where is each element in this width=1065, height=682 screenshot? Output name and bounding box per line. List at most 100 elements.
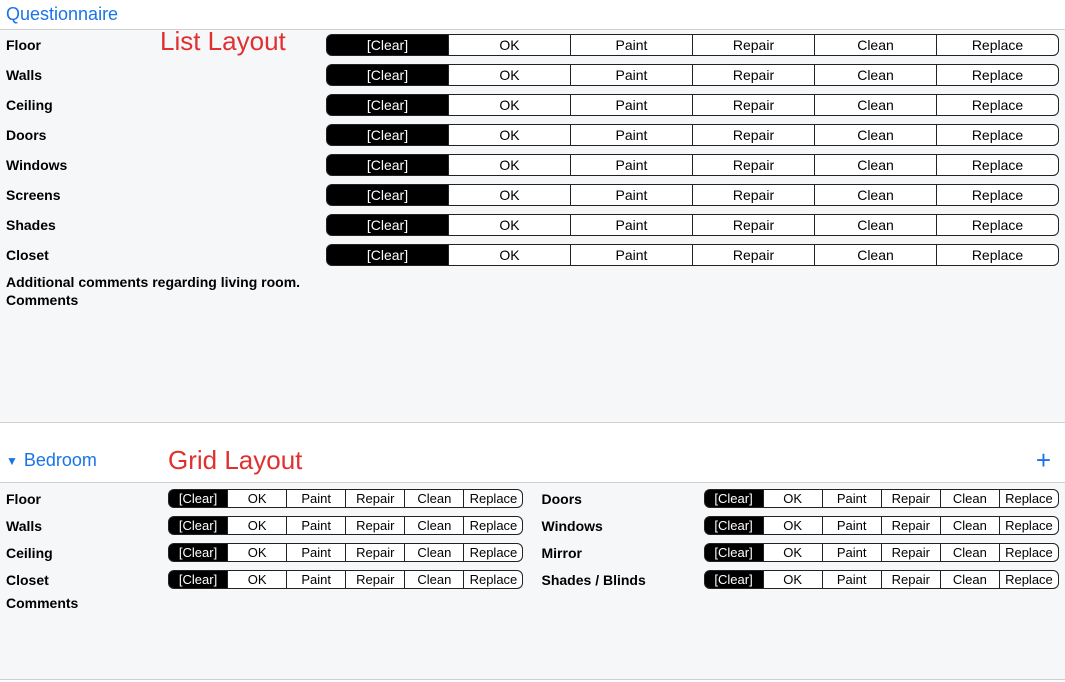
option-button[interactable]: Repair	[692, 244, 815, 266]
comments-textarea[interactable]	[0, 312, 1065, 422]
option-button[interactable]: Replace	[463, 489, 523, 508]
option-button[interactable]: [Clear]	[326, 184, 449, 206]
option-button[interactable]: Repair	[692, 154, 815, 176]
option-button[interactable]: OK	[448, 34, 571, 56]
option-button[interactable]: OK	[227, 570, 287, 589]
option-button[interactable]: Repair	[881, 489, 941, 508]
option-button[interactable]: Repair	[692, 214, 815, 236]
option-button[interactable]: OK	[448, 94, 571, 116]
option-button[interactable]: Clean	[814, 244, 937, 266]
option-button[interactable]: Paint	[822, 570, 882, 589]
option-button[interactable]: Clean	[814, 184, 937, 206]
option-button[interactable]: [Clear]	[168, 489, 228, 508]
option-button[interactable]: Replace	[463, 516, 523, 535]
option-button[interactable]: Repair	[881, 570, 941, 589]
option-button[interactable]: OK	[227, 516, 287, 535]
option-button[interactable]: Paint	[822, 489, 882, 508]
option-button[interactable]: Replace	[463, 543, 523, 562]
option-button[interactable]: [Clear]	[168, 543, 228, 562]
option-button[interactable]: Replace	[999, 543, 1059, 562]
option-button[interactable]: [Clear]	[326, 124, 449, 146]
option-button[interactable]: Replace	[999, 516, 1059, 535]
option-button[interactable]: OK	[763, 570, 823, 589]
option-button[interactable]: OK	[227, 489, 287, 508]
option-button[interactable]: Replace	[936, 244, 1059, 266]
option-button[interactable]: Paint	[570, 124, 693, 146]
option-button[interactable]: Replace	[936, 214, 1059, 236]
option-button[interactable]: Paint	[570, 214, 693, 236]
option-button[interactable]: [Clear]	[326, 34, 449, 56]
option-button[interactable]: [Clear]	[704, 543, 764, 562]
option-button[interactable]: Paint	[570, 94, 693, 116]
option-button[interactable]: Replace	[999, 489, 1059, 508]
option-button[interactable]: Paint	[570, 184, 693, 206]
option-button[interactable]: Clean	[814, 124, 937, 146]
option-button[interactable]: Repair	[345, 543, 405, 562]
option-button[interactable]: Replace	[936, 124, 1059, 146]
option-button[interactable]: Clean	[404, 543, 464, 562]
option-button[interactable]: OK	[448, 124, 571, 146]
bedroom-title[interactable]: Bedroom	[24, 450, 97, 471]
option-button[interactable]: Repair	[692, 64, 815, 86]
option-button[interactable]: [Clear]	[704, 489, 764, 508]
option-button[interactable]: OK	[448, 154, 571, 176]
option-button[interactable]: Clean	[940, 489, 1000, 508]
plus-icon[interactable]: +	[1036, 445, 1059, 476]
caret-down-icon[interactable]: ▼	[6, 454, 18, 468]
option-button[interactable]: Paint	[570, 64, 693, 86]
option-button[interactable]: OK	[448, 214, 571, 236]
option-button[interactable]: Repair	[692, 184, 815, 206]
option-button[interactable]: [Clear]	[168, 516, 228, 535]
option-button[interactable]: Paint	[570, 244, 693, 266]
option-button[interactable]: OK	[763, 516, 823, 535]
option-button[interactable]: [Clear]	[704, 570, 764, 589]
option-button[interactable]: Clean	[814, 154, 937, 176]
option-button[interactable]: Repair	[345, 570, 405, 589]
option-button[interactable]: Repair	[692, 94, 815, 116]
option-button[interactable]: Paint	[822, 516, 882, 535]
option-button[interactable]: Clean	[940, 543, 1000, 562]
option-button[interactable]: [Clear]	[326, 244, 449, 266]
option-button[interactable]: [Clear]	[326, 214, 449, 236]
option-button[interactable]: OK	[448, 244, 571, 266]
option-button[interactable]: Repair	[345, 516, 405, 535]
option-button[interactable]: [Clear]	[168, 570, 228, 589]
option-button[interactable]: Paint	[286, 516, 346, 535]
option-button[interactable]: Repair	[692, 124, 815, 146]
option-button[interactable]: Clean	[940, 516, 1000, 535]
option-button[interactable]: [Clear]	[704, 516, 764, 535]
option-button[interactable]: [Clear]	[326, 154, 449, 176]
option-button[interactable]: OK	[763, 543, 823, 562]
option-button[interactable]: Replace	[936, 94, 1059, 116]
option-button[interactable]: Replace	[936, 34, 1059, 56]
option-button[interactable]: Clean	[814, 214, 937, 236]
option-button[interactable]: OK	[227, 543, 287, 562]
option-button[interactable]: Clean	[814, 34, 937, 56]
option-button[interactable]: Replace	[936, 154, 1059, 176]
option-button[interactable]: Repair	[692, 34, 815, 56]
option-button[interactable]: Clean	[404, 516, 464, 535]
option-button[interactable]: Paint	[570, 154, 693, 176]
option-button[interactable]: OK	[448, 64, 571, 86]
option-button[interactable]: [Clear]	[326, 94, 449, 116]
option-button[interactable]: Repair	[881, 543, 941, 562]
option-button[interactable]: Paint	[286, 543, 346, 562]
option-button[interactable]: Replace	[936, 184, 1059, 206]
option-button[interactable]: Repair	[881, 516, 941, 535]
option-button[interactable]: Clean	[814, 94, 937, 116]
option-button[interactable]: Clean	[404, 570, 464, 589]
option-button[interactable]: Clean	[940, 570, 1000, 589]
option-button[interactable]: [Clear]	[326, 64, 449, 86]
option-button[interactable]: OK	[763, 489, 823, 508]
option-button[interactable]: Paint	[822, 543, 882, 562]
option-button[interactable]: Clean	[814, 64, 937, 86]
option-button[interactable]: Repair	[345, 489, 405, 508]
option-button[interactable]: Replace	[999, 570, 1059, 589]
option-button[interactable]: Replace	[463, 570, 523, 589]
option-button[interactable]: OK	[448, 184, 571, 206]
option-button[interactable]: Replace	[936, 64, 1059, 86]
option-button[interactable]: Clean	[404, 489, 464, 508]
bedroom-comments-textarea[interactable]	[0, 615, 1065, 675]
option-button[interactable]: Paint	[286, 489, 346, 508]
option-button[interactable]: Paint	[286, 570, 346, 589]
